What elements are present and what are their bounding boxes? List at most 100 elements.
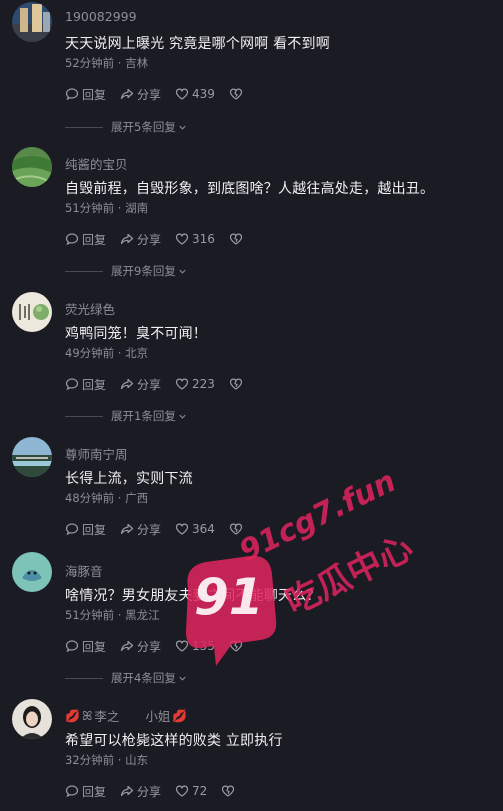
watermark-brand: 吃瓜中心 [279, 527, 420, 624]
broken-heart-icon [229, 233, 243, 245]
share-icon [120, 378, 134, 390]
comment-actions: 回复 分享 364 [65, 520, 257, 538]
share-label: 分享 [137, 639, 162, 654]
like-button[interactable]: 439 [175, 87, 215, 101]
reply-button[interactable]: 回复 [65, 231, 106, 248]
username[interactable]: 纯酱的宝贝 [65, 154, 128, 173]
comment-actions: 回复 分享 223 [65, 375, 257, 393]
share-button[interactable]: 分享 [120, 521, 161, 538]
comment-meta: 51分钟前 · 黑龙江 [65, 608, 160, 622]
heart-icon [175, 640, 189, 652]
share-icon [120, 88, 134, 100]
heart-icon [175, 378, 189, 390]
chevron-down-icon [179, 269, 186, 274]
reply-button[interactable]: 回复 [65, 376, 106, 393]
divider-line [65, 126, 103, 128]
share-button[interactable]: 分享 [120, 86, 161, 103]
comment-meta: 49分钟前 · 北京 [65, 346, 149, 360]
dislike-button[interactable] [221, 784, 235, 798]
reply-button[interactable]: 回复 [65, 86, 106, 103]
comment-text: 鸡鸭同笼！臭不可闻！ [65, 326, 207, 342]
expand-replies-button[interactable]: 展开5条回复 [65, 119, 187, 135]
username: 李之 [94, 709, 120, 724]
expand-replies-button[interactable]: 展开1条回复 [65, 408, 187, 424]
share-icon [120, 785, 134, 797]
comment-text: 天天说网上曝光 究竟是哪个网啊 看不到啊 [65, 36, 330, 52]
dislike-button[interactable] [229, 232, 243, 246]
comment-actions: 回复 分享 439 [65, 85, 257, 103]
expand-replies-label: 展开1条回复 [111, 409, 176, 423]
like-count: 135 [192, 639, 215, 653]
share-button[interactable]: 分享 [120, 376, 161, 393]
like-button[interactable]: 135 [175, 639, 215, 653]
comment-text: 自毁前程，自毁形象，到底图啥？人越往高处走，越出丑。 [65, 181, 435, 197]
dislike-button[interactable] [229, 87, 243, 101]
reply-icon [65, 88, 79, 101]
username-row[interactable]: 💋 ꕤ 李之 小姐 💋 [65, 706, 187, 725]
like-count: 364 [192, 522, 215, 536]
expand-replies-label: 展开4条回复 [111, 671, 176, 685]
comment-meta: 51分钟前 · 湖南 [65, 201, 149, 215]
like-count: 72 [192, 784, 208, 798]
lips-icon: 💋 [65, 708, 80, 723]
broken-heart-icon [229, 523, 243, 535]
dislike-button[interactable] [229, 522, 243, 536]
broken-heart-icon [222, 785, 235, 797]
reply-button[interactable]: 回复 [65, 521, 106, 538]
username[interactable]: 尊师南宁周 [65, 444, 128, 463]
share-icon [120, 523, 134, 535]
comment-text: 长得上流，实则下流 [65, 471, 193, 487]
avatar[interactable] [12, 147, 52, 187]
username[interactable]: 荧光绿色 [65, 299, 115, 318]
share-label: 分享 [137, 522, 162, 537]
username-suffix: 小姐 [145, 709, 171, 724]
share-icon [120, 640, 134, 652]
avatar[interactable] [12, 437, 52, 477]
reply-icon [65, 640, 79, 653]
username[interactable]: 海豚音 [65, 561, 103, 580]
like-button[interactable]: 316 [175, 232, 215, 246]
avatar[interactable] [12, 552, 52, 592]
reply-label: 回复 [82, 87, 107, 102]
dislike-button[interactable] [229, 639, 243, 653]
like-count: 439 [192, 87, 215, 101]
broken-heart-icon [229, 378, 243, 390]
share-label: 分享 [137, 377, 162, 392]
username[interactable]: 190082999 [65, 9, 137, 24]
expand-replies-button[interactable]: 展开4条回复 [65, 670, 187, 686]
watermark-domain: 91cg7.fun [234, 463, 402, 570]
reply-label: 回复 [82, 784, 107, 799]
divider-line [65, 415, 103, 417]
divider-line [65, 270, 103, 272]
reply-button[interactable]: 回复 [65, 638, 106, 655]
broken-heart-icon [229, 640, 243, 652]
comment-text: 希望可以枪毙这样的败类 立即执行 [65, 733, 283, 749]
like-button[interactable]: 223 [175, 377, 215, 391]
reply-icon [65, 233, 79, 246]
like-count: 223 [192, 377, 215, 391]
share-button[interactable]: 分享 [120, 783, 161, 800]
comment-meta: 32分钟前 · 山东 [65, 753, 149, 767]
lips-icon: 💋 [172, 708, 188, 723]
avatar[interactable] [12, 699, 52, 739]
like-button[interactable]: 364 [175, 522, 215, 536]
chevron-down-icon [179, 676, 186, 681]
comment-actions: 回复 分享 135 [65, 637, 257, 655]
share-button[interactable]: 分享 [120, 638, 161, 655]
avatar[interactable] [12, 2, 52, 42]
expand-replies-button[interactable]: 展开9条回复 [65, 263, 187, 279]
heart-icon [175, 233, 189, 245]
reply-label: 回复 [82, 639, 107, 654]
divider-line [65, 677, 103, 679]
dislike-button[interactable] [229, 377, 243, 391]
comment-meta: 48分钟前 · 广西 [65, 491, 149, 505]
reply-button[interactable]: 回复 [65, 783, 106, 800]
share-button[interactable]: 分享 [120, 231, 161, 248]
reply-icon [65, 523, 79, 536]
like-count: 316 [192, 232, 215, 246]
like-button[interactable]: 72 [175, 784, 207, 798]
share-icon [120, 233, 134, 245]
broken-heart-icon [229, 88, 243, 100]
avatar[interactable] [12, 292, 52, 332]
heart-icon [175, 88, 189, 100]
